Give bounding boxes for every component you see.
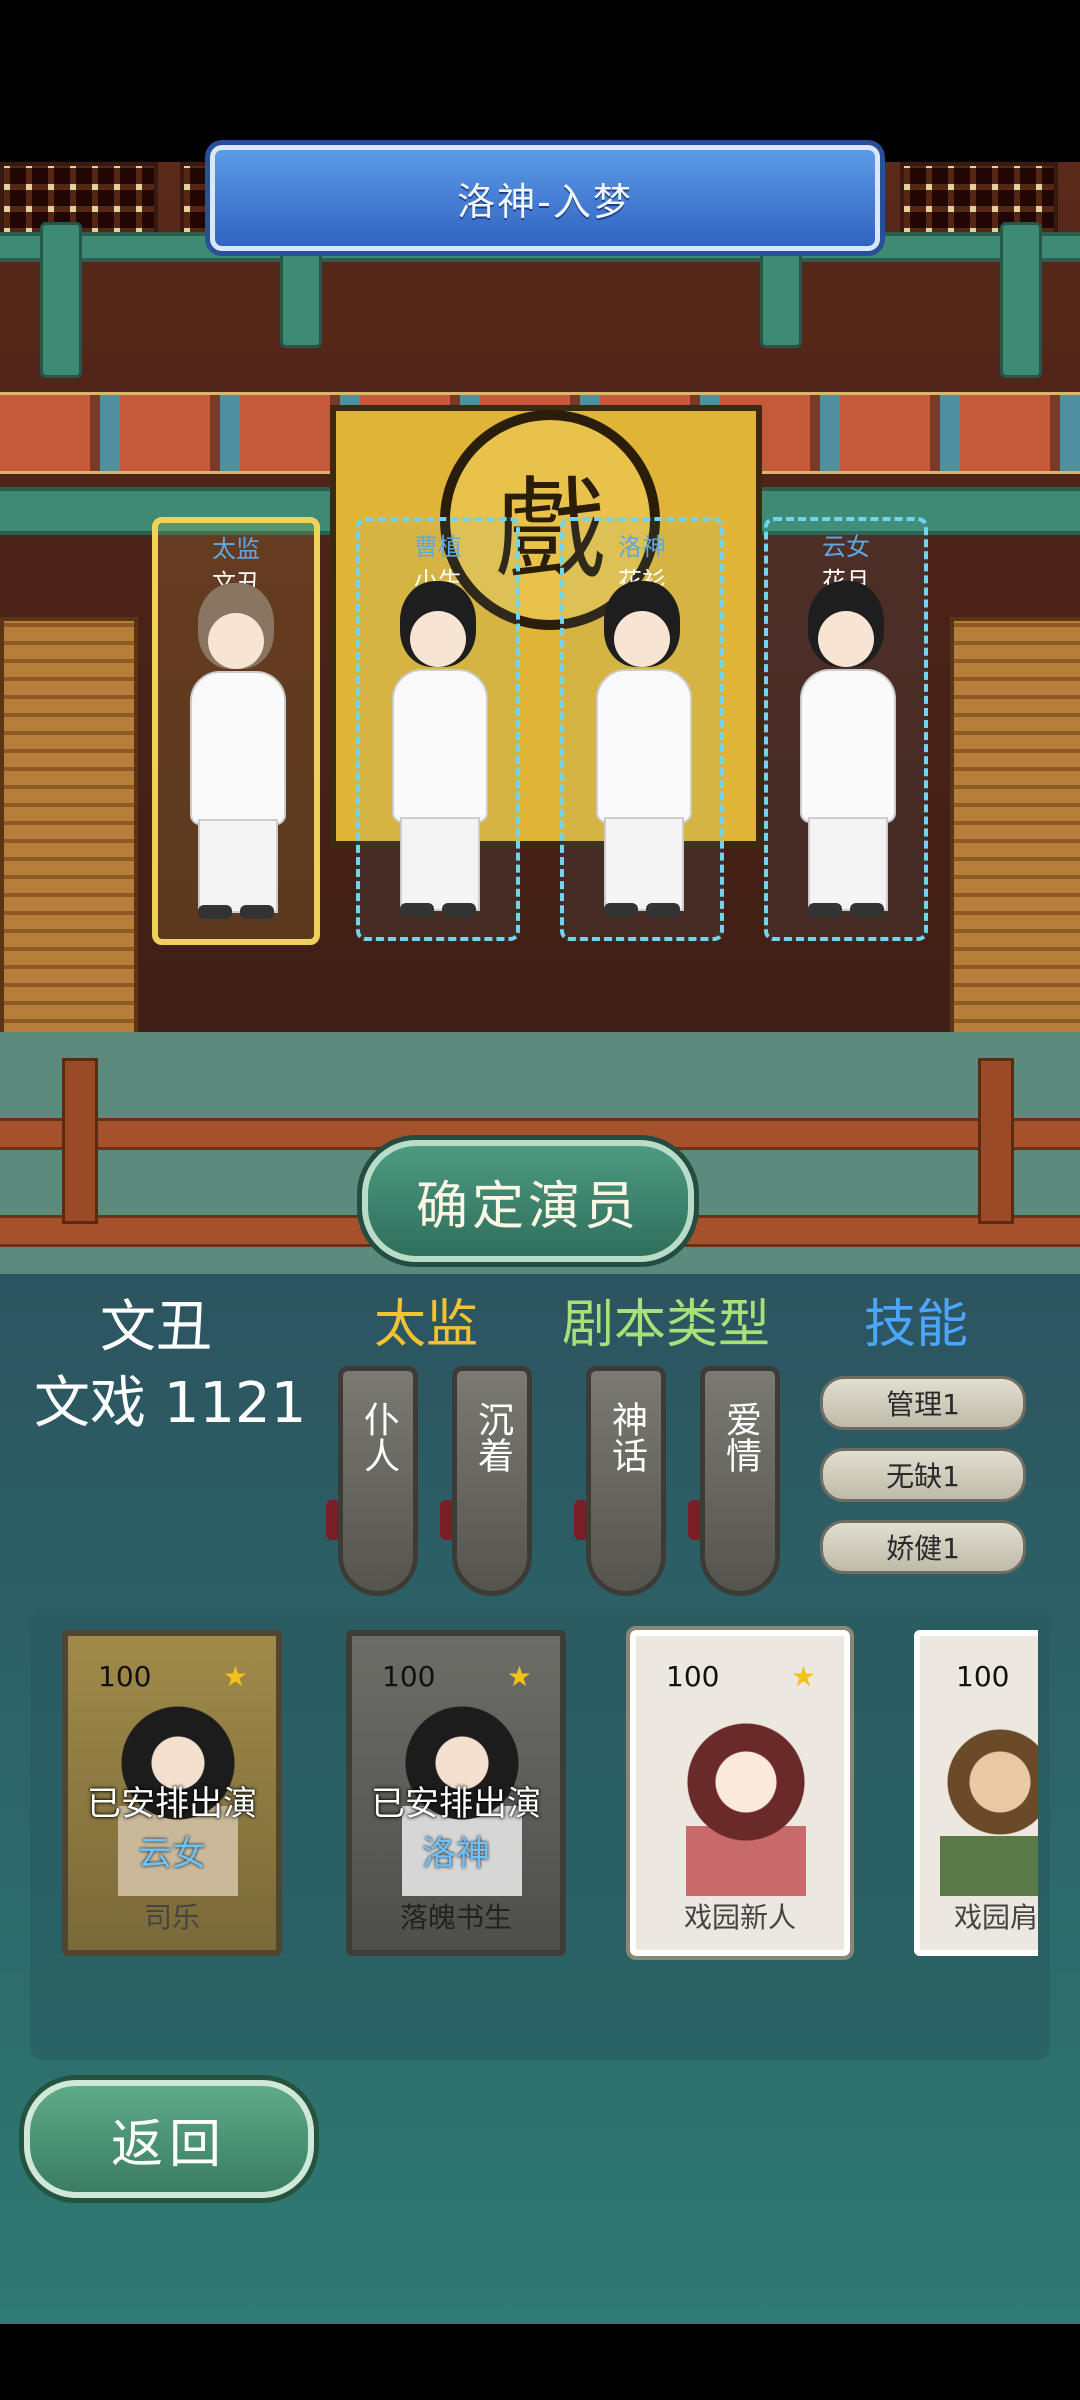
card-name: 戏园肩 xyxy=(954,1901,1038,1934)
card-name: 戏园新人 xyxy=(683,1901,796,1934)
actor-score: 文戏 1121 xyxy=(34,1371,307,1436)
railing-post xyxy=(978,1058,1014,1224)
card-name: 司乐 xyxy=(143,1901,200,1934)
card-value: 100 xyxy=(382,1660,436,1693)
skills-header: 技能 xyxy=(864,1295,969,1355)
actor-portrait xyxy=(686,1706,806,1896)
actor-figure xyxy=(180,583,292,923)
card-name: 落魄书生 xyxy=(399,1901,512,1934)
confirm-actors-button[interactable]: 确定演员 xyxy=(362,1140,694,1262)
railing-post xyxy=(62,1058,98,1224)
actor-portrait xyxy=(940,1706,1038,1896)
actor-card[interactable]: 100 ★ 戏园新人 xyxy=(626,1626,854,1960)
actor-figure xyxy=(382,581,494,921)
card-assigned-role: 洛神 xyxy=(422,1834,490,1874)
skill-badge: 娇健1 xyxy=(820,1520,1026,1574)
card-value: 100 xyxy=(666,1660,720,1693)
actor-card[interactable]: 100 ★ 已安排出演 云女 司乐 xyxy=(62,1630,282,1956)
actor-slot-2[interactable]: 曹植 小生 xyxy=(356,517,520,941)
role-tag: 沉着 xyxy=(452,1366,532,1596)
card-status: 已安排出演 xyxy=(371,1784,541,1824)
script-tag: 神话 xyxy=(586,1366,666,1596)
slot-role-name: 洛神 xyxy=(618,533,666,561)
card-value: 100 xyxy=(98,1660,152,1693)
star-icon: ★ xyxy=(790,1660,816,1693)
script-type-header: 剧本类型 xyxy=(562,1295,771,1355)
status-bar-area xyxy=(0,0,1080,162)
role-header: 太监 xyxy=(374,1295,479,1355)
actor-figure xyxy=(790,581,902,921)
actor-card[interactable]: 100 ★ 已安排出演 洛神 落魄书生 xyxy=(346,1630,566,1956)
skill-badge: 管理1 xyxy=(820,1376,1026,1430)
card-value: 100 xyxy=(956,1660,1010,1693)
slot-role-name: 云女 xyxy=(822,533,870,561)
actor-slot-4[interactable]: 云女 花旦 xyxy=(764,517,928,941)
actor-figure xyxy=(586,581,698,921)
actor-card[interactable]: 100 戏园肩 xyxy=(914,1630,1038,1956)
play-title: 洛神-入梦 xyxy=(457,179,633,224)
skill-badge: 无缺1 xyxy=(820,1448,1026,1502)
slot-role-name: 太监 xyxy=(212,535,260,563)
card-assigned-role: 云女 xyxy=(138,1834,206,1874)
role-tag: 仆人 xyxy=(338,1366,418,1596)
rail-post xyxy=(1000,222,1042,378)
rail-post xyxy=(40,222,82,378)
star-icon: ★ xyxy=(222,1660,248,1693)
play-title-banner: 洛神-入梦 xyxy=(210,145,880,251)
slot-role-name: 曹植 xyxy=(414,533,462,561)
navigation-bar-area xyxy=(0,2324,1080,2400)
card-status: 已安排出演 xyxy=(87,1784,257,1824)
back-button[interactable]: 返回 xyxy=(24,2080,314,2198)
actor-slot-3[interactable]: 洛神 花衫 xyxy=(560,517,724,941)
actor-slot-1[interactable]: 太监 文丑 xyxy=(152,517,320,945)
star-icon: ★ xyxy=(506,1660,532,1693)
actor-type: 文丑 xyxy=(100,1295,212,1360)
script-tag: 爱情 xyxy=(700,1366,780,1596)
